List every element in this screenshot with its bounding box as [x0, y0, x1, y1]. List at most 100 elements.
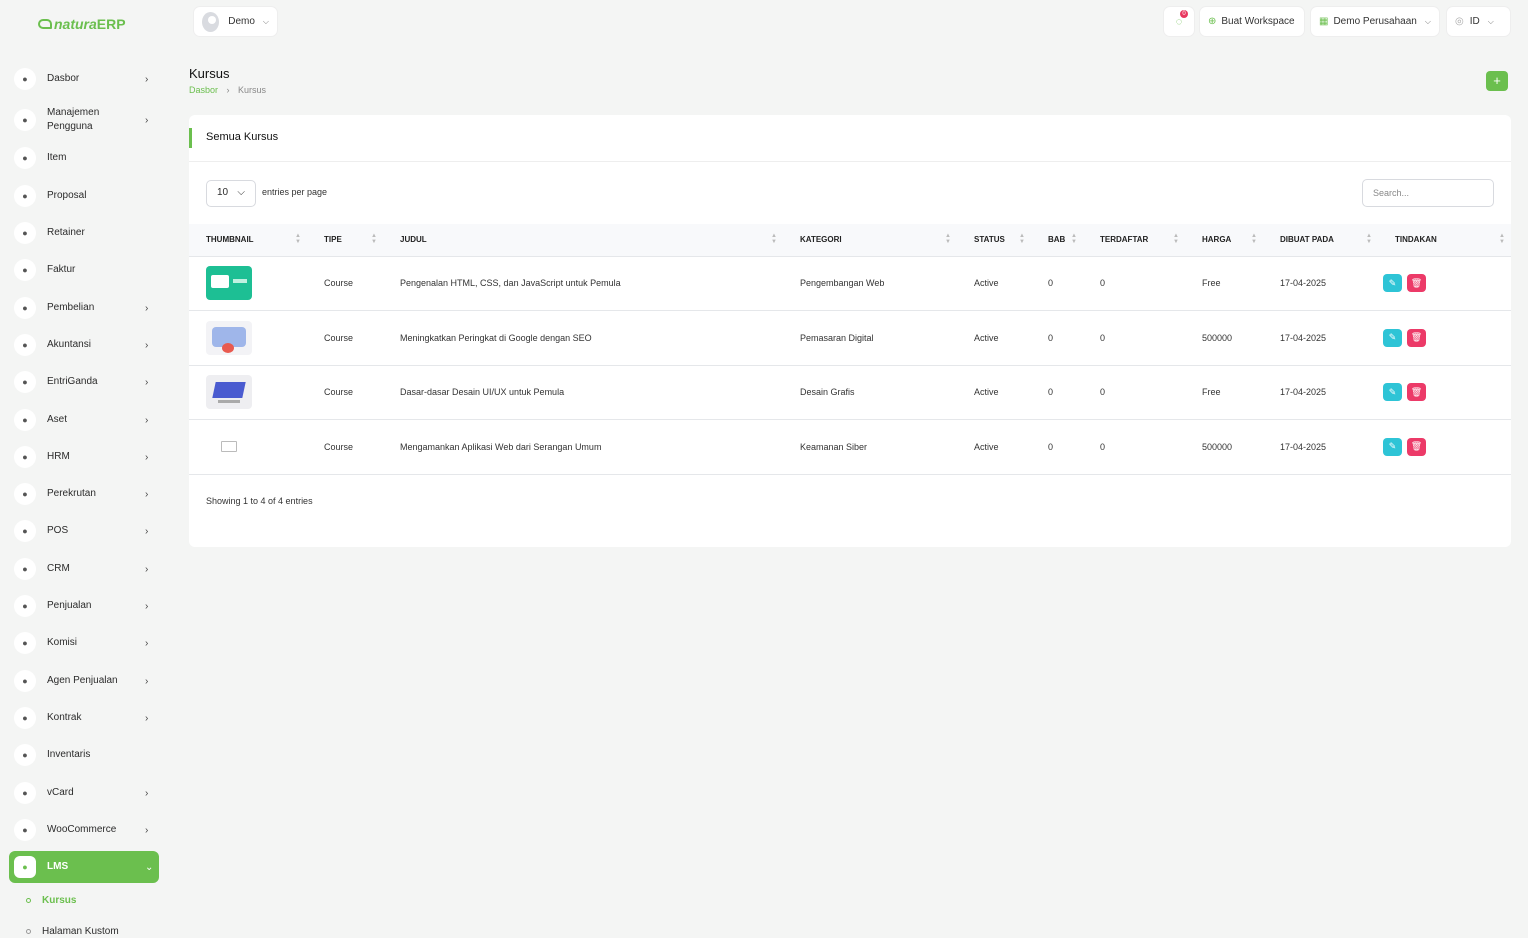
company-label: Demo Perusahaan: [1333, 16, 1417, 27]
language-selector[interactable]: ◎ ID ⌵: [1447, 7, 1510, 36]
sidebar-item-aset[interactable]: ● Aset ›: [9, 404, 159, 436]
cell-dibuat: 17-04-2025: [1280, 387, 1327, 398]
column-header[interactable]: TIPE ▲ ▼: [307, 224, 383, 256]
sidebar-item-vcard[interactable]: ● vCard ›: [9, 777, 159, 809]
cell-tipe: Course: [324, 332, 354, 343]
chevron-right-icon: ›: [145, 414, 149, 426]
cell-status: Active: [974, 441, 999, 452]
cell-dibuat: 17-04-2025: [1280, 441, 1327, 452]
users-icon: ●: [14, 109, 36, 131]
sidebar-item-agen-penjualan[interactable]: ● Agen Penjualan ›: [9, 665, 159, 697]
delete-button[interactable]: 🗑: [1407, 383, 1426, 402]
accent-bar: [189, 128, 192, 148]
column-header[interactable]: KATEGORI ▲ ▼: [783, 224, 957, 256]
delete-button[interactable]: 🗑: [1407, 328, 1426, 347]
cell-bab: 0: [1048, 332, 1054, 343]
column-header[interactable]: TERDAFTAR ▲ ▼: [1083, 224, 1185, 256]
edit-button[interactable]: ✎: [1383, 383, 1402, 402]
commission-icon: ●: [14, 632, 36, 654]
sidebar-item-lms[interactable]: ● LMS ⌄: [9, 851, 159, 883]
column-header[interactable]: THUMBNAIL ▲ ▼: [189, 224, 307, 256]
search-input[interactable]: [1362, 179, 1494, 207]
sidebar-item-manajemen-pengguna[interactable]: ● Manajemen Pengguna ›: [9, 103, 159, 137]
sidebar-item-item[interactable]: ● Item: [9, 142, 159, 174]
notification-badge: 0: [1180, 10, 1188, 18]
sidebar-item-penjualan[interactable]: ● Penjualan ›: [9, 590, 159, 622]
company-selector[interactable]: ▦ Demo Perusahaan ⌵: [1311, 7, 1439, 36]
column-header-label: HARGA: [1202, 235, 1232, 245]
entries-value: 10: [217, 187, 229, 198]
column-header-label: THUMBNAIL: [206, 235, 254, 245]
sort-icon: ▲ ▼: [945, 233, 951, 245]
sidebar-item-label: Pembelian: [47, 302, 95, 313]
column-header[interactable]: BAB ▲ ▼: [1031, 224, 1083, 256]
trash-icon: 🗑: [1410, 332, 1423, 343]
sidebar-item-hrm[interactable]: ● HRM ›: [9, 441, 159, 473]
course-thumbnail: [206, 320, 252, 355]
sidebar-item-inventaris[interactable]: ● Inventaris: [9, 739, 159, 771]
cell-terdaftar: 0: [1100, 441, 1106, 452]
edit-button[interactable]: ✎: [1383, 274, 1402, 293]
edit-button[interactable]: ✎: [1383, 437, 1402, 456]
sidebar-item-akuntansi[interactable]: ● Akuntansi ›: [9, 329, 159, 361]
sidebar-item-retainer[interactable]: ● Retainer: [9, 217, 159, 249]
sidebar-item-crm[interactable]: ● CRM ›: [9, 553, 159, 585]
sidebar-item-dasbor[interactable]: ● Dasbor ›: [9, 63, 159, 95]
sidebar-item-komisi[interactable]: ● Komisi ›: [9, 627, 159, 659]
sidebar-item-pos[interactable]: ● POS ›: [9, 515, 159, 547]
edit-button[interactable]: ✎: [1383, 328, 1402, 347]
sidebar-item-faktur[interactable]: ● Faktur: [9, 254, 159, 286]
actions-cell: ✎ 🗑: [1378, 311, 1511, 366]
sidebar-item-label: Perekrutan: [47, 488, 96, 499]
chevron-right-icon: ›: [145, 600, 149, 612]
sidebar-item-label: Retainer: [47, 227, 85, 238]
sidebar-item-label: Akuntansi: [47, 339, 91, 350]
sidebar-item-pembelian[interactable]: ● Pembelian ›: [9, 292, 159, 324]
cell-terdaftar: 0: [1100, 332, 1106, 343]
sidebar-item-proposal[interactable]: ● Proposal: [9, 180, 159, 212]
sidebar-item-entriganda[interactable]: ● EntriGanda ›: [9, 366, 159, 398]
sidebar-item-woocommerce[interactable]: ● WooCommerce ›: [9, 814, 159, 846]
breadcrumb: Dasbor › Kursus: [189, 85, 266, 95]
cell-status: Active: [974, 332, 999, 343]
cell-judul: Meningkatkan Peringkat di Google dengan …: [400, 332, 592, 343]
chevron-right-icon: ›: [145, 302, 149, 314]
column-header[interactable]: DIBUAT PADA ▲ ▼: [1263, 224, 1378, 256]
bullet-icon: [26, 898, 31, 903]
user-menu[interactable]: Demo ⌵: [194, 7, 277, 36]
chevron-right-icon: ›: [145, 637, 149, 649]
entries-per-page-select[interactable]: 10 ⌵: [206, 180, 256, 207]
woocommerce-icon: ●: [14, 819, 36, 841]
cell-harga: Free: [1202, 278, 1221, 289]
sidebar-subitem-label: Kursus: [42, 895, 77, 906]
sidebar-item-label: Aset: [47, 414, 68, 425]
column-header[interactable]: TINDAKAN ▲ ▼: [1378, 224, 1511, 256]
cell-judul: Dasar-dasar Desain UI/UX untuk Pemula: [400, 387, 565, 398]
sort-icon: ▲ ▼: [1071, 233, 1077, 245]
sidebar-subitem-halaman-kustom[interactable]: Halaman Kustom: [26, 926, 119, 937]
sidebar-subitem-kursus[interactable]: Kursus: [26, 895, 76, 906]
create-workspace-button[interactable]: ⊕ Buat Workspace: [1200, 7, 1304, 36]
logo-text: natura: [54, 16, 97, 32]
chevron-right-icon: ›: [145, 73, 149, 85]
column-header[interactable]: STATUS ▲ ▼: [957, 224, 1031, 256]
cell-harga: Free: [1202, 387, 1221, 398]
delete-button[interactable]: 🗑: [1407, 437, 1426, 456]
cell-status: Active: [974, 278, 999, 289]
card-header: Semua Kursus: [189, 115, 1511, 162]
chevron-right-icon: ›: [145, 675, 149, 687]
sidebar-item-kontrak[interactable]: ● Kontrak ›: [9, 702, 159, 734]
sidebar-item-perekrutan[interactable]: ● Perekrutan ›: [9, 478, 159, 510]
notification-button[interactable]: ◌ 0: [1164, 7, 1194, 36]
column-header[interactable]: HARGA ▲ ▼: [1185, 224, 1263, 256]
app-logo[interactable]: natura ERP: [38, 16, 126, 32]
chevron-right-icon: ›: [145, 824, 149, 836]
chevron-down-icon: ⌵: [1424, 16, 1431, 26]
breadcrumb-home[interactable]: Dasbor: [189, 85, 218, 95]
delete-button[interactable]: 🗑: [1407, 274, 1426, 293]
column-header[interactable]: JUDUL ▲ ▼: [383, 224, 783, 256]
proposal-icon: ●: [14, 185, 36, 207]
add-course-button[interactable]: +: [1486, 71, 1508, 91]
chevron-down-icon: ⌵: [237, 187, 245, 198]
thumbnail-cell: [189, 256, 307, 311]
